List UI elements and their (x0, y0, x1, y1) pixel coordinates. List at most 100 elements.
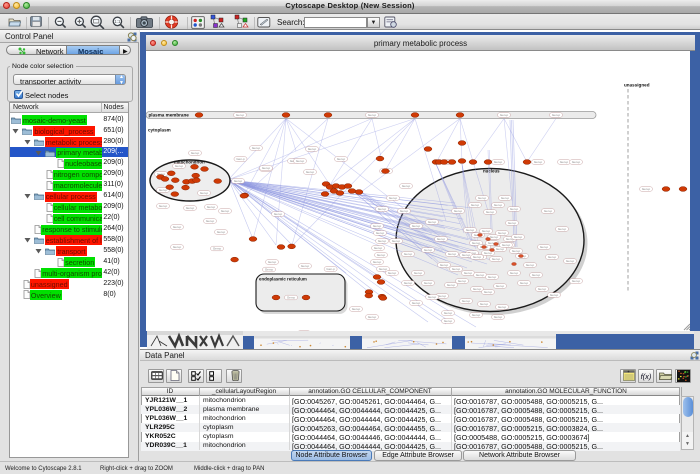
svg-text:Gen-p: Gen-p (558, 227, 567, 231)
svg-text:Gen-p: Gen-p (454, 209, 463, 213)
svg-text:Gen-p: Gen-p (550, 293, 559, 297)
svg-text:Gen-p: Gen-p (552, 113, 561, 117)
svg-text:Gen-p: Gen-p (464, 271, 473, 275)
svg-text:Gen-p: Gen-p (236, 157, 245, 161)
svg-text:Gen-p: Gen-p (486, 210, 495, 214)
svg-text:Gen-p: Gen-p (404, 252, 413, 256)
svg-text:Gen-p: Gen-p (388, 271, 397, 275)
svg-text:Gen-p: Gen-p (207, 205, 216, 209)
svg-text:Gen-p: Gen-p (308, 147, 317, 151)
svg-text:Gen-p: Gen-p (444, 311, 453, 315)
svg-text:Gen-p: Gen-p (368, 315, 377, 319)
svg-text:Gen-p: Gen-p (462, 299, 471, 303)
svg-text:unassigned: unassigned (624, 83, 650, 88)
svg-text:1:1: 1:1 (114, 19, 121, 24)
svg-text:Gen-p: Gen-p (379, 267, 388, 271)
svg-text:Gen-p: Gen-p (236, 113, 245, 117)
svg-text:Gen-p: Gen-p (534, 160, 543, 164)
svg-text:Gen-p: Gen-p (496, 284, 505, 288)
svg-text:Gen-p: Gen-p (424, 248, 433, 252)
svg-text:Gen-p: Gen-p (373, 224, 382, 228)
svg-text:Gen-p: Gen-p (337, 157, 346, 161)
svg-text:Gen-p: Gen-p (268, 260, 277, 264)
svg-text:Gen-p: Gen-p (520, 281, 529, 285)
svg-text:Gen-p: Gen-p (458, 279, 467, 283)
svg-text:Gen-p: Gen-p (494, 315, 503, 319)
svg-text:Gen-p: Gen-p (200, 191, 209, 195)
svg-text:Gen-p: Gen-p (186, 206, 195, 210)
svg-text:Gen-p: Gen-p (494, 160, 503, 164)
svg-text:Gen-p: Gen-p (478, 196, 487, 200)
svg-text:Gen-p: Gen-p (501, 196, 510, 200)
svg-text:Gen-p: Gen-p (484, 251, 493, 255)
svg-text:Gen-p: Gen-p (301, 264, 310, 268)
svg-text:Gen-p: Gen-p (498, 231, 507, 235)
svg-text:Gen-p: Gen-p (502, 243, 511, 247)
svg-text:plasma membrane: plasma membrane (149, 113, 190, 118)
svg-text:Gen-p: Gen-p (642, 187, 651, 191)
svg-text:Gen-p: Gen-p (221, 209, 230, 213)
svg-text:Gen-p: Gen-p (213, 247, 222, 251)
svg-text:Gen-p: Gen-p (572, 160, 581, 164)
svg-text:Gen-p: Gen-p (500, 113, 509, 117)
svg-text:Gen-p: Gen-p (377, 253, 386, 257)
svg-text:Gen-p: Gen-p (262, 166, 271, 170)
svg-text:Gen-p: Gen-p (378, 239, 387, 243)
svg-text:Gen-p: Gen-p (412, 224, 421, 228)
svg-text:Gen-p: Gen-p (191, 151, 200, 155)
svg-text:Gen-p: Gen-p (428, 295, 437, 299)
svg-text:Gen-p: Gen-p (488, 275, 497, 279)
svg-text:Gen-p: Gen-p (466, 228, 475, 232)
svg-text:Gen-p: Gen-p (234, 179, 243, 183)
svg-text:Gen-p: Gen-p (448, 252, 457, 256)
svg-text:Gen-p: Gen-p (482, 229, 491, 233)
svg-text:Gen-p: Gen-p (389, 196, 398, 200)
svg-text:Gen-p: Gen-p (437, 237, 446, 241)
svg-text:Gen-p: Gen-p (428, 220, 437, 224)
svg-text:Gen-p: Gen-p (265, 268, 274, 272)
svg-text:Gen-p: Gen-p (471, 203, 480, 207)
svg-text:Gen-p: Gen-p (476, 273, 485, 277)
svg-text:Gen-p: Gen-p (473, 287, 482, 291)
svg-text:Gen-p: Gen-p (538, 287, 547, 291)
svg-text:cytoplasm: cytoplasm (148, 128, 171, 133)
svg-text:Gen-p: Gen-p (473, 255, 482, 259)
svg-text:Gen-p: Gen-p (496, 247, 505, 251)
svg-text:Gen-p: Gen-p (510, 207, 519, 211)
svg-text:Gen-p: Gen-p (540, 245, 549, 249)
svg-text:Gen-p: Gen-p (400, 209, 409, 213)
svg-text:Gen-p: Gen-p (402, 184, 411, 188)
svg-text:Gen-p: Gen-p (560, 160, 569, 164)
svg-text:Gen-p: Gen-p (173, 225, 182, 229)
svg-text:Gen-p: Gen-p (447, 283, 456, 287)
svg-text:Gen-p: Gen-p (352, 307, 361, 311)
svg-text:Gen-p: Gen-p (498, 305, 507, 309)
svg-text:Gen-p: Gen-p (175, 164, 184, 168)
svg-text:Gen-p: Gen-p (494, 203, 503, 207)
svg-text:Gen-p: Gen-p (544, 209, 553, 213)
svg-text:Gen-p: Gen-p (404, 281, 413, 285)
svg-text:Gen-p: Gen-p (274, 212, 283, 216)
svg-text:Gen-p: Gen-p (548, 255, 557, 259)
svg-text:Gen-p: Gen-p (512, 249, 521, 253)
svg-text:Gen-p: Gen-p (414, 271, 423, 275)
svg-text:Gen-p: Gen-p (566, 259, 575, 263)
svg-text:Gen-p: Gen-p (306, 170, 315, 174)
svg-text:Gen-p: Gen-p (438, 294, 447, 298)
svg-text:Gen-p: Gen-p (287, 296, 296, 300)
svg-text:Gen-p: Gen-p (217, 230, 226, 234)
svg-text:Gen-p: Gen-p (252, 146, 261, 150)
svg-text:Gen-p: Gen-p (368, 113, 377, 117)
svg-text:Gen-p: Gen-p (326, 267, 335, 271)
svg-text:endoplasmic reticulum: endoplasmic reticulum (259, 277, 307, 282)
svg-text:Gen-p: Gen-p (508, 221, 517, 225)
svg-text:Gen-p: Gen-p (532, 273, 541, 277)
svg-text:Gen-p: Gen-p (526, 263, 535, 267)
svg-text:Gen-p: Gen-p (173, 245, 182, 249)
svg-text:Gen-p: Gen-p (378, 207, 387, 211)
svg-text:Gen-p: Gen-p (492, 257, 501, 261)
svg-text:Gen-p: Gen-p (376, 231, 385, 235)
svg-text:Gen-p: Gen-p (484, 290, 493, 294)
svg-text:Gen-p: Gen-p (480, 302, 489, 306)
svg-text:nucleus: nucleus (483, 169, 500, 174)
